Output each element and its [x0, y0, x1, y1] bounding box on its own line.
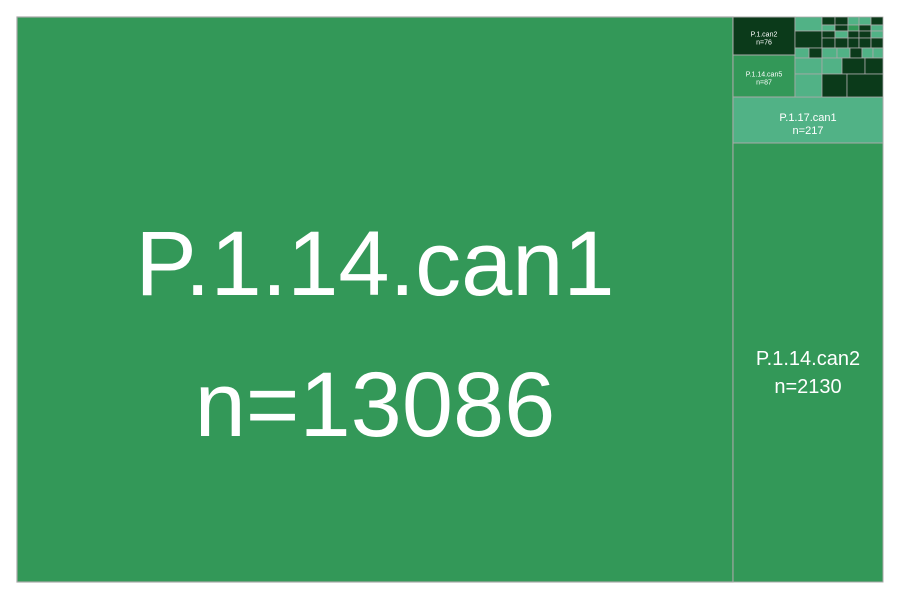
cell-label: P.1.17.can1 [779, 112, 836, 124]
cell-count-label: n=217 [793, 125, 824, 137]
treemap-small-cell[interactable] [861, 47, 874, 59]
treemap-small-cell[interactable] [846, 73, 884, 98]
treemap-small-cell[interactable] [821, 16, 836, 26]
cell-label: P.1.14.can2 [756, 348, 860, 370]
treemap-small-cell[interactable] [794, 57, 823, 75]
treemap-cell-p114can1[interactable]: P.1.14.can1 n=13086 [16, 16, 734, 583]
treemap-cell-p114can5[interactable]: P.1.14.can5 n=87 [732, 54, 796, 98]
treemap-small-cell[interactable] [834, 24, 849, 32]
treemap-small-cell[interactable] [858, 37, 872, 49]
treemap-small-cell[interactable] [821, 57, 843, 75]
cell-label: P.1.can2 [751, 32, 778, 39]
cell-count-label: n=76 [756, 40, 772, 47]
treemap-small-cell[interactable] [849, 47, 863, 59]
treemap-small-cell[interactable] [794, 30, 823, 49]
treemap-small-cell[interactable] [870, 24, 884, 32]
treemap-small-cell[interactable] [847, 16, 860, 26]
treemap-small-cell[interactable] [864, 57, 884, 75]
treemap-small-cell[interactable] [821, 30, 836, 39]
treemap-small-cell[interactable] [870, 30, 884, 39]
treemap-small-cell[interactable] [836, 47, 851, 59]
treemap-small-cell[interactable] [847, 37, 860, 49]
treemap-small-cell[interactable] [834, 16, 849, 26]
treemap-small-cell[interactable] [834, 30, 849, 39]
treemap-small-cell[interactable] [858, 24, 872, 32]
treemap-small-cell[interactable] [821, 37, 836, 49]
treemap-small-cell[interactable] [841, 57, 866, 75]
cell-count-label: n=87 [756, 80, 772, 87]
cell-label: P.1.14.can1 [135, 213, 614, 315]
treemap-small-cell[interactable] [821, 73, 848, 98]
cell-label: P.1.14.can5 [746, 72, 783, 79]
treemap-chart: P.1.14.can1 n=13086 P.1.14.can2 n=2130 P… [0, 0, 900, 600]
treemap-cell-p114can2[interactable]: P.1.14.can2 n=2130 [732, 142, 884, 583]
treemap-small-cell[interactable] [858, 30, 872, 39]
treemap-small-cell[interactable] [794, 16, 823, 32]
treemap-small-cell[interactable] [794, 47, 810, 59]
small-cells-group [794, 16, 884, 98]
treemap-cell-p117can1[interactable]: P.1.17.can1 n=217 [732, 96, 884, 144]
treemap-small-cell[interactable] [870, 37, 884, 49]
treemap-small-cell[interactable] [870, 16, 884, 26]
treemap-cell-p1can2[interactable]: P.1.can2 n=76 [732, 16, 796, 56]
cell-count-label: n=2130 [774, 376, 841, 398]
treemap-small-cell[interactable] [834, 37, 849, 49]
treemap-small-cell[interactable] [808, 47, 823, 59]
treemap-small-cell[interactable] [847, 30, 860, 39]
treemap-small-cell[interactable] [794, 73, 823, 98]
treemap-small-cell[interactable] [821, 47, 838, 59]
treemap-small-cell[interactable] [821, 24, 836, 32]
cell-count-label: n=13086 [195, 354, 556, 456]
treemap-small-cell[interactable] [858, 16, 872, 26]
treemap-small-cell[interactable] [847, 24, 860, 32]
treemap-small-cell[interactable] [872, 47, 884, 59]
